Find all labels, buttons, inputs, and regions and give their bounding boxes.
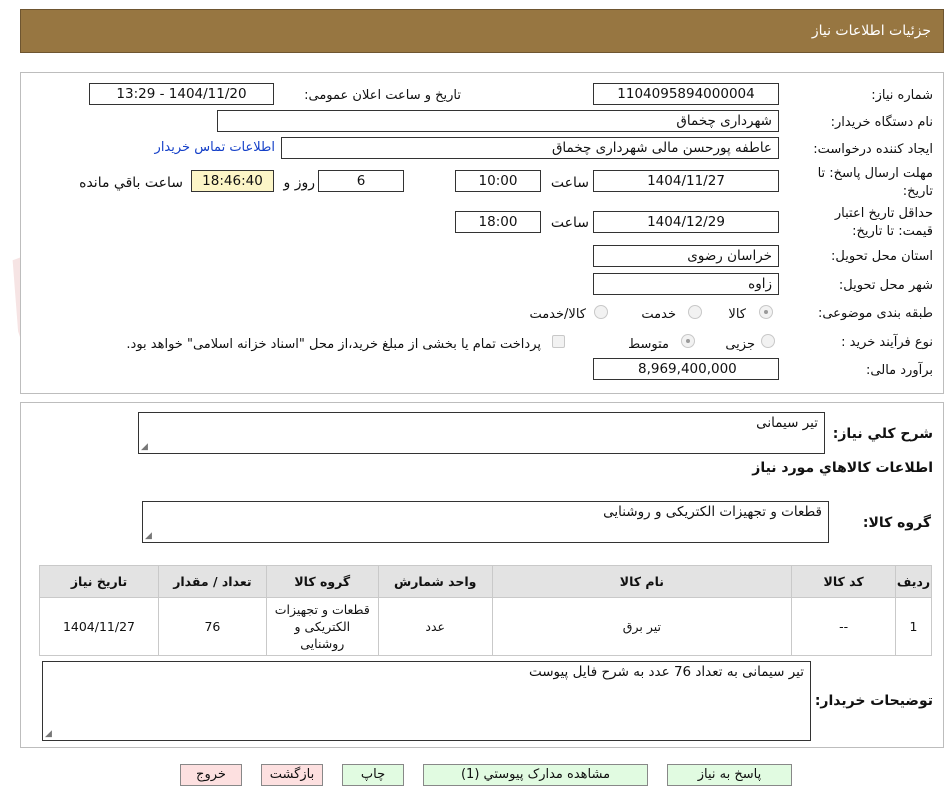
category-goods-radio[interactable] xyxy=(759,305,773,319)
page-header: جزئیات اطلاعات نیاز xyxy=(20,9,944,53)
view-attachments-button[interactable]: مشاهده مدارک پیوستي (1) xyxy=(423,764,648,786)
days-label: روز و xyxy=(283,175,316,191)
reply-deadline-label-2: تاریخ: xyxy=(902,184,933,199)
page-title: جزئیات اطلاعات نیاز xyxy=(811,23,931,39)
validity-date-field[interactable]: 1404/12/29 xyxy=(593,211,779,233)
back-button[interactable]: بازگشت xyxy=(261,764,323,786)
contact-buyer-link[interactable]: اطلاعات تماس خریدار xyxy=(155,140,275,155)
reply-time-field[interactable]: 10:00 xyxy=(455,170,541,192)
cell-unit: عدد xyxy=(377,597,493,656)
group-text: قطعات و تجهیزات الکتریکی و روشنایی xyxy=(603,504,822,520)
resize-grip-icon[interactable]: ◢ xyxy=(141,442,148,452)
buyer-notes-field[interactable]: تیر سیمانی به تعداد 76 عدد به شرح فایل پ… xyxy=(42,661,811,741)
cell-row-number: 1 xyxy=(895,597,932,656)
col-header-date: تاریخ نیاز xyxy=(39,565,159,598)
reply-button[interactable]: پاسخ به نیاز xyxy=(667,764,792,786)
buyer-org-field[interactable]: شهرداری چخماق xyxy=(217,110,779,132)
validity-time-field[interactable]: 18:00 xyxy=(455,211,541,233)
category-service-radio[interactable] xyxy=(688,305,702,319)
print-button[interactable]: چاپ xyxy=(342,764,404,786)
creator-field[interactable]: عاطفه پورحسن مالی شهرداری چخماق xyxy=(281,137,779,159)
validity-label-2: قیمت: تا تاریخ: xyxy=(852,224,933,239)
group-label: گروه کالا: xyxy=(862,515,931,531)
creator-label: ایجاد کننده درخواست: xyxy=(813,142,933,157)
validity-time-label: ساعت xyxy=(550,215,589,231)
reply-time-label: ساعت xyxy=(550,175,589,191)
table-row: 1 -- تیر برق عدد قطعات و تجهیزات الکتریک… xyxy=(39,597,932,656)
need-number-label: شماره نیاز: xyxy=(871,88,933,103)
category-both-radio[interactable] xyxy=(594,305,608,319)
group-field[interactable]: قطعات و تجهیزات الکتریکی و روشنایی ◢ xyxy=(142,501,829,543)
items-table: ردیف کد کالا نام کالا واحد شمارش گروه کا… xyxy=(39,565,932,656)
treasury-checkbox[interactable] xyxy=(552,335,565,348)
announce-label: تاریخ و ساعت اعلان عمومی: xyxy=(304,88,461,103)
summary-label: شرح کلي نیاز: xyxy=(832,426,933,442)
col-header-quantity: تعداد / مقدار xyxy=(157,565,267,598)
cell-name: تیر برق xyxy=(491,597,793,656)
buyer-org-label: نام دستگاه خریدار: xyxy=(830,115,933,130)
reply-date-field[interactable]: 1404/11/27 xyxy=(593,170,779,192)
cell-group: قطعات و تجهیزات الکتریکی و روشنایی xyxy=(265,597,379,656)
category-goods-label: کالا xyxy=(728,307,746,322)
col-header-unit: واحد شمارش xyxy=(377,565,493,598)
reply-deadline-label: مهلت ارسال پاسخ: تا xyxy=(817,166,933,181)
table-header-row: ردیف کد کالا نام کالا واحد شمارش گروه کا… xyxy=(39,565,932,598)
exit-button[interactable]: خروج xyxy=(180,764,242,786)
remaining-time-field: 18:46:40 xyxy=(191,170,274,192)
category-label: طبقه بندی موضوعی: xyxy=(817,306,933,321)
city-field[interactable]: زاوه xyxy=(593,273,779,295)
buyer-notes-label: توضیحات خریدار: xyxy=(814,693,933,709)
buyer-notes-text: تیر سیمانی به تعداد 76 عدد به شرح فایل پ… xyxy=(528,664,804,680)
cell-date: 1404/11/27 xyxy=(39,597,159,656)
resize-grip-icon[interactable]: ◢ xyxy=(145,531,152,541)
remaining-label: ساعت باقي مانده xyxy=(79,175,183,191)
need-number-field[interactable]: 1104095894000004 xyxy=(593,83,779,105)
summary-text: تیر سیمانی xyxy=(756,415,818,431)
col-header-row-number: ردیف xyxy=(895,565,932,598)
process-medium-radio[interactable] xyxy=(681,334,695,348)
budget-field[interactable]: 8,969,400,000 xyxy=(593,358,779,380)
col-header-name: نام کالا xyxy=(491,565,793,598)
category-service-label: خدمت xyxy=(641,307,676,322)
category-both-label: کالا/خدمت xyxy=(529,307,586,322)
province-label: استان محل تحویل: xyxy=(831,249,933,264)
announce-field[interactable]: 1404/11/20 - 13:29 xyxy=(89,83,274,105)
col-header-group: گروه کالا xyxy=(265,565,379,598)
city-label: شهر محل تحویل: xyxy=(838,278,933,293)
process-label: نوع فرآیند خرید : xyxy=(841,335,933,350)
process-minor-radio[interactable] xyxy=(761,334,775,348)
items-title: اطلاعات کالاهاي مورد نیاز xyxy=(752,460,933,476)
province-field[interactable]: خراسان رضوی xyxy=(593,245,779,267)
process-medium-label: متوسط xyxy=(628,337,669,352)
budget-label: برآورد مالی: xyxy=(866,363,933,378)
cell-code: -- xyxy=(791,597,897,656)
col-header-code: کد کالا xyxy=(791,565,897,598)
validity-label: حداقل تاریخ اعتبار xyxy=(834,206,933,221)
treasury-text: پرداخت تمام یا بخشی از مبلغ خرید،از محل … xyxy=(126,337,541,352)
summary-field[interactable]: تیر سیمانی ◢ xyxy=(138,412,825,454)
process-minor-label: جزیی xyxy=(725,337,755,352)
cell-quantity: 76 xyxy=(157,597,267,656)
days-field[interactable]: 6 xyxy=(318,170,404,192)
resize-grip-icon[interactable]: ◢ xyxy=(45,729,52,739)
